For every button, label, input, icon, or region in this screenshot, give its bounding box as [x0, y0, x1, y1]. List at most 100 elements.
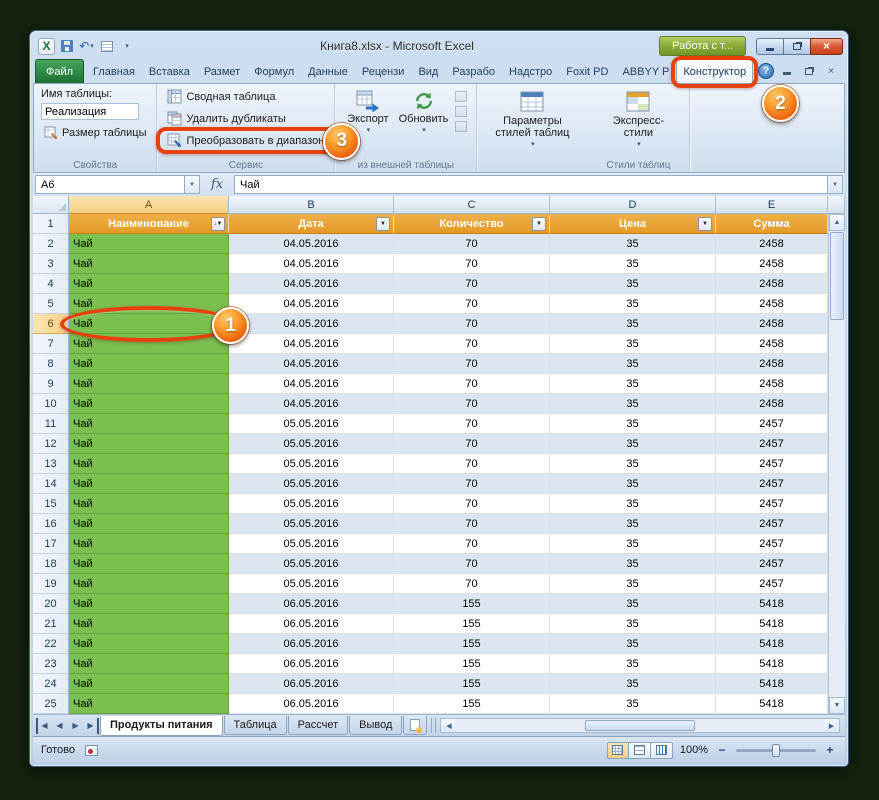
cell-B15[interactable]: 05.05.2016 — [229, 494, 394, 514]
ribbon-tab-4[interactable]: Формул — [247, 59, 301, 83]
scroll-down-icon[interactable]: ▼ — [829, 697, 845, 714]
restore-button[interactable] — [783, 38, 810, 55]
cell-C17[interactable]: 70 — [394, 534, 550, 554]
workbook-minimize-icon[interactable] — [778, 64, 796, 78]
cell-A24[interactable]: Чай — [69, 674, 229, 694]
row-header-21[interactable]: 21 — [33, 614, 69, 634]
cell-C24[interactable]: 155 — [394, 674, 550, 694]
cell-B6[interactable]: 04.05.2016 — [229, 314, 394, 334]
vertical-scroll-thumb[interactable] — [830, 232, 844, 320]
cell-A7[interactable]: Чай — [69, 334, 229, 354]
cell-D21[interactable]: 35 — [550, 614, 716, 634]
formula-bar-expand-icon[interactable]: ▼ — [828, 175, 843, 194]
cell-E3[interactable]: 2458 — [716, 254, 828, 274]
cell-E10[interactable]: 2458 — [716, 394, 828, 414]
horizontal-scroll-thumb[interactable] — [585, 720, 695, 731]
cell-A17[interactable]: Чай — [69, 534, 229, 554]
cell-B11[interactable]: 05.05.2016 — [229, 414, 394, 434]
cell-B2[interactable]: 04.05.2016 — [229, 234, 394, 254]
cell-C22[interactable]: 155 — [394, 634, 550, 654]
cell-C16[interactable]: 70 — [394, 514, 550, 534]
cell-C20[interactable]: 155 — [394, 594, 550, 614]
cell-B16[interactable]: 05.05.2016 — [229, 514, 394, 534]
cell-A19[interactable]: Чай — [69, 574, 229, 594]
cell-E17[interactable]: 2457 — [716, 534, 828, 554]
cell-E9[interactable]: 2458 — [716, 374, 828, 394]
row-header-5[interactable]: 5 — [33, 294, 69, 314]
cell-E7[interactable]: 2458 — [716, 334, 828, 354]
cell-B21[interactable]: 06.05.2016 — [229, 614, 394, 634]
cell-A25[interactable]: Чай — [69, 694, 229, 714]
cell-D23[interactable]: 35 — [550, 654, 716, 674]
cell-B14[interactable]: 05.05.2016 — [229, 474, 394, 494]
active-cell-A6[interactable]: Чай — [69, 314, 229, 334]
header-cell-B[interactable]: Дата▼ — [229, 214, 394, 234]
cell-C25[interactable]: 155 — [394, 694, 550, 714]
cell-B12[interactable]: 05.05.2016 — [229, 434, 394, 454]
zoom-in-button[interactable]: + — [823, 743, 837, 758]
horizontal-scroll-track[interactable] — [456, 719, 824, 732]
zoom-slider-thumb[interactable] — [772, 744, 780, 757]
workbook-restore-icon[interactable] — [800, 64, 818, 78]
cell-A15[interactable]: Чай — [69, 494, 229, 514]
qat-customize-button[interactable]: ▾ — [118, 37, 135, 55]
row-header-1[interactable]: 1 — [33, 214, 69, 234]
ribbon-tab-1[interactable]: Главная — [86, 59, 142, 83]
cell-B17[interactable]: 05.05.2016 — [229, 534, 394, 554]
cell-B13[interactable]: 05.05.2016 — [229, 454, 394, 474]
cell-D3[interactable]: 35 — [550, 254, 716, 274]
cell-B5[interactable]: 04.05.2016 — [229, 294, 394, 314]
table-quick-button[interactable] — [98, 37, 115, 55]
vertical-scroll-track[interactable] — [829, 231, 845, 697]
zoom-level[interactable]: 100% — [680, 744, 708, 756]
sheet-tab-3[interactable]: Вывод — [349, 716, 402, 735]
sheet-tab-0[interactable]: Продукты питания — [100, 716, 223, 736]
insert-function-button[interactable]: fx — [200, 177, 234, 192]
cell-D7[interactable]: 35 — [550, 334, 716, 354]
help-icon[interactable]: ? — [758, 63, 774, 79]
zoom-slider[interactable] — [736, 749, 816, 752]
cell-D19[interactable]: 35 — [550, 574, 716, 594]
row-header-13[interactable]: 13 — [33, 454, 69, 474]
scroll-right-icon[interactable]: ▶ — [824, 719, 839, 732]
cell-A11[interactable]: Чай — [69, 414, 229, 434]
sheet-nav-first-icon[interactable]: ◀ — [36, 718, 51, 734]
row-header-23[interactable]: 23 — [33, 654, 69, 674]
row-header-15[interactable]: 15 — [33, 494, 69, 514]
table-name-input[interactable]: Реализация — [41, 103, 139, 120]
name-box-dropdown-icon[interactable]: ▼ — [185, 175, 200, 194]
cell-D20[interactable]: 35 — [550, 594, 716, 614]
cell-A10[interactable]: Чай — [69, 394, 229, 414]
row-header-11[interactable]: 11 — [33, 414, 69, 434]
filter-button-B[interactable]: ▼ — [376, 217, 390, 231]
cell-A23[interactable]: Чай — [69, 654, 229, 674]
minimize-button[interactable] — [756, 38, 783, 55]
cell-C2[interactable]: 70 — [394, 234, 550, 254]
column-header-B[interactable]: B — [229, 196, 394, 214]
cell-D10[interactable]: 35 — [550, 394, 716, 414]
row-header-4[interactable]: 4 — [33, 274, 69, 294]
ribbon-tab-8[interactable]: Разрабо — [445, 59, 502, 83]
save-button[interactable] — [58, 37, 75, 55]
cell-D13[interactable]: 35 — [550, 454, 716, 474]
excel-app-icon[interactable]: X — [38, 38, 55, 55]
cell-E23[interactable]: 5418 — [716, 654, 828, 674]
cell-B23[interactable]: 06.05.2016 — [229, 654, 394, 674]
row-header-22[interactable]: 22 — [33, 634, 69, 654]
pivot-table-button[interactable]: Сводная таблица — [164, 87, 327, 106]
cell-B9[interactable]: 04.05.2016 — [229, 374, 394, 394]
header-cell-A[interactable]: Наименование↓▼ — [69, 214, 229, 234]
cell-E12[interactable]: 2457 — [716, 434, 828, 454]
cell-C3[interactable]: 70 — [394, 254, 550, 274]
ribbon-tab-0[interactable]: Файл — [35, 59, 84, 83]
cell-A4[interactable]: Чай — [69, 274, 229, 294]
cell-D11[interactable]: 35 — [550, 414, 716, 434]
cell-E21[interactable]: 5418 — [716, 614, 828, 634]
cell-C13[interactable]: 70 — [394, 454, 550, 474]
remove-duplicates-button[interactable]: Удалить дубликаты — [164, 109, 327, 128]
cell-A18[interactable]: Чай — [69, 554, 229, 574]
open-in-browser-icon[interactable] — [455, 106, 467, 117]
cell-B4[interactable]: 04.05.2016 — [229, 274, 394, 294]
ribbon-tab-11[interactable]: ABBYY P — [615, 59, 676, 83]
sheet-nav-prev-icon[interactable]: ◀ — [52, 718, 67, 734]
